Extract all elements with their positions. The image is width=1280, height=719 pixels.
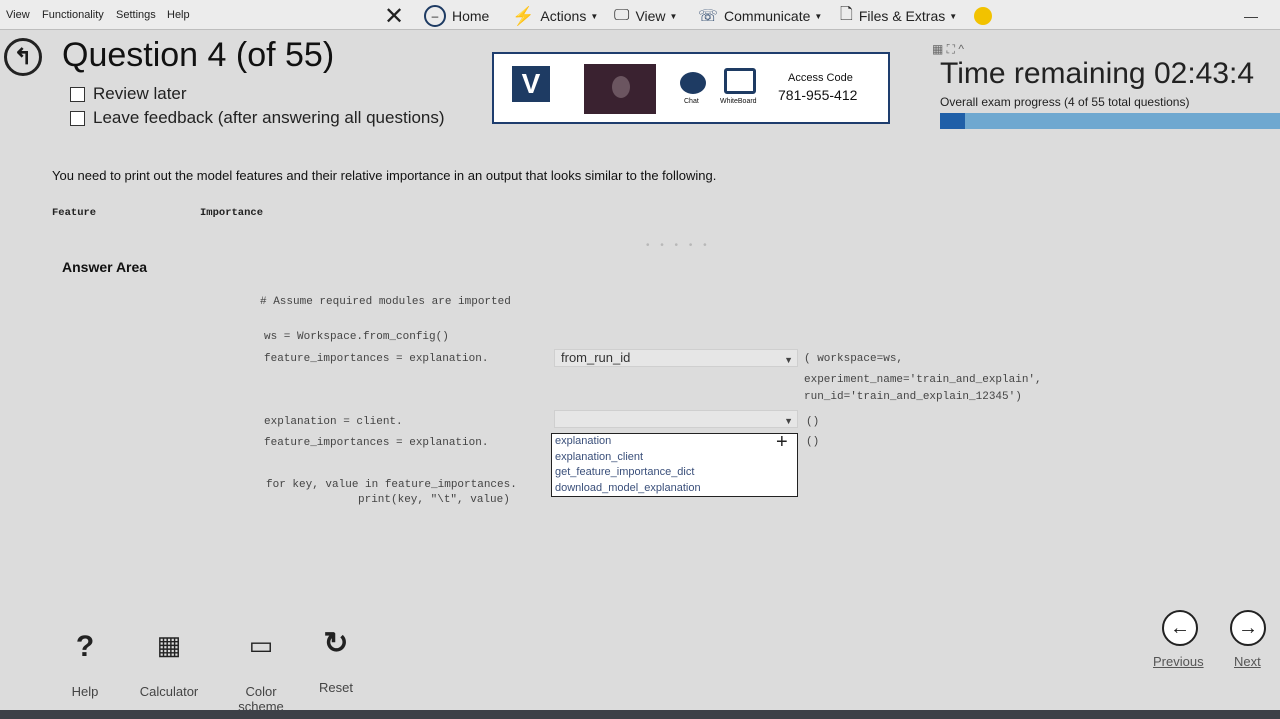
code-line-for: for key, value in feature_importances. <box>266 479 517 491</box>
smiley-icon[interactable] <box>974 4 992 28</box>
whiteboard-icon[interactable] <box>724 68 756 94</box>
files-label: Files & Extras <box>858 8 946 24</box>
time-remaining: Time remaining 02:43:4 <box>940 57 1255 90</box>
face-image <box>612 76 630 98</box>
actions-label: Actions <box>540 8 587 24</box>
minimize-icon[interactable]: — <box>1244 8 1258 24</box>
code-line-ws: ws = Workspace.from_config() <box>264 331 449 343</box>
actions-menu[interactable]: ⚡ Actions ▼ <box>512 4 598 28</box>
help-button[interactable]: ? Help <box>60 630 110 699</box>
phone-icon: ☏ <box>698 8 719 25</box>
exam-progress-bar <box>940 113 1280 129</box>
leave-feedback-label: Leave feedback (after answering all ques… <box>93 108 445 127</box>
question-title: Question 4 (of 55) <box>62 36 335 74</box>
dropdown-1-value: from_run_id <box>561 350 631 365</box>
home-icon: – <box>424 5 446 27</box>
arrow-right-icon: → <box>1238 616 1258 639</box>
back-icon[interactable]: ↰ <box>4 38 42 76</box>
review-later-label: Review later <box>93 84 187 103</box>
divider-dots: • • • • • <box>646 240 711 251</box>
chevron-down-icon[interactable]: ▼ <box>784 352 793 368</box>
home-label: Home <box>452 8 490 24</box>
chevron-down-icon: ▼ <box>669 11 678 21</box>
dropdown-option[interactable]: explanation <box>552 434 797 450</box>
arrow-left-icon: ← <box>1170 616 1190 639</box>
chat-icon[interactable] <box>680 72 706 94</box>
home-button[interactable]: – Home <box>424 4 489 28</box>
next-button[interactable]: → <box>1230 610 1266 646</box>
calculator-button[interactable]: ▦ Calculator <box>130 630 208 699</box>
menu-view[interactable]: View <box>6 9 30 21</box>
menu-settings[interactable]: Settings <box>116 9 156 21</box>
next-label[interactable]: Next <box>1234 654 1261 669</box>
reset-button[interactable]: ↻ Reset <box>308 626 364 695</box>
leave-feedback-checkbox[interactable]: Leave feedback (after answering all ques… <box>70 108 445 128</box>
menu-functionality[interactable]: Functionality <box>42 9 104 21</box>
monitor-icon: 🖵 <box>614 7 630 24</box>
menu-bar: View Functionality Settings Help ✕ – Hom… <box>0 0 1280 30</box>
chevron-down-icon: ▼ <box>590 11 599 21</box>
color-scheme-button[interactable]: ▭ Color scheme <box>226 630 296 714</box>
crosshair-cursor-icon: + <box>776 431 788 453</box>
code-line-feature-importances-2: feature_importances = explanation. <box>264 437 489 449</box>
access-code-value: 781-955-412 <box>778 87 858 103</box>
communicate-label: Communicate <box>724 8 811 24</box>
proctor-panel: V Chat WhiteBoard Access Code 781-955-41… <box>492 52 890 124</box>
answer-dropdown-2[interactable]: ▼ <box>554 410 798 428</box>
code-line-explanation: explanation = client. <box>264 416 403 428</box>
feature-column-header: Feature <box>52 207 97 219</box>
close-icon[interactable]: ✕ <box>384 3 404 30</box>
code-line-feature-importances-1: feature_importances = explanation. <box>264 353 489 365</box>
review-later-checkbox[interactable]: Review later <box>70 84 187 104</box>
chevron-down-icon: ▼ <box>949 11 958 21</box>
dropdown-options-list: explanation explanation_client get_featu… <box>551 433 798 497</box>
communicate-menu[interactable]: ☏ Communicate ▼ <box>698 4 822 28</box>
importance-column-header: Importance <box>200 207 264 219</box>
checkbox-box[interactable] <box>70 86 85 102</box>
files-menu[interactable]: 🗋 Files & Extras ▼ <box>840 4 957 28</box>
taskbar <box>0 710 1280 719</box>
code-paren-2: () <box>806 436 820 448</box>
calculator-label: Calculator <box>139 684 199 699</box>
file-icon: 🗋 <box>840 5 853 23</box>
question-mark-icon: ? <box>75 630 95 663</box>
dropdown-option[interactable]: download_model_explanation <box>552 481 797 497</box>
menu-help[interactable]: Help <box>167 9 190 21</box>
whiteboard-label: WhiteBoard <box>720 98 757 105</box>
reset-icon: ↻ <box>323 627 349 660</box>
chevron-down-icon: ▼ <box>814 11 823 21</box>
view-menu[interactable]: 🖵 View ▼ <box>614 4 677 28</box>
dropdown-option[interactable]: get_feature_importance_dict <box>552 465 797 481</box>
exam-progress-text: Overall exam progress (4 of 55 total que… <box>940 95 1190 109</box>
code-comment: # Assume required modules are imported <box>260 296 511 308</box>
monitor-icon: ▭ <box>248 630 274 660</box>
previous-label[interactable]: Previous <box>1153 654 1204 669</box>
collapse-icon[interactable]: ▦ ⛶ ^ <box>932 42 964 57</box>
progress-fill <box>940 113 965 129</box>
view-label: View <box>635 8 666 24</box>
access-code-label: Access Code <box>788 72 853 84</box>
code-args-run-id: run_id='train_and_explain_12345') <box>804 391 1022 403</box>
previous-button[interactable]: ← <box>1162 610 1198 646</box>
code-line-print: print(key, "\t", value) <box>358 494 510 506</box>
question-prompt: You need to print out the model features… <box>52 168 717 183</box>
code-paren-1: () <box>806 416 820 428</box>
reset-label: Reset <box>319 680 353 695</box>
checkbox-box[interactable] <box>70 110 85 126</box>
code-args-experiment: experiment_name='train_and_explain', <box>804 374 1042 386</box>
help-label: Help <box>71 684 99 699</box>
dropdown-option[interactable]: explanation_client <box>552 450 797 466</box>
calculator-icon: ▦ <box>156 630 182 660</box>
webcam-video <box>584 64 656 114</box>
lightning-icon: ⚡ <box>512 5 535 26</box>
chat-label: Chat <box>684 98 699 105</box>
chevron-down-icon[interactable]: ▼ <box>784 413 793 429</box>
answer-area-label: Answer Area <box>62 259 148 275</box>
answer-dropdown-1[interactable]: from_run_id ▼ <box>554 349 798 367</box>
proctor-logo: V <box>512 66 550 102</box>
code-args-workspace: ( workspace=ws, <box>804 353 904 365</box>
